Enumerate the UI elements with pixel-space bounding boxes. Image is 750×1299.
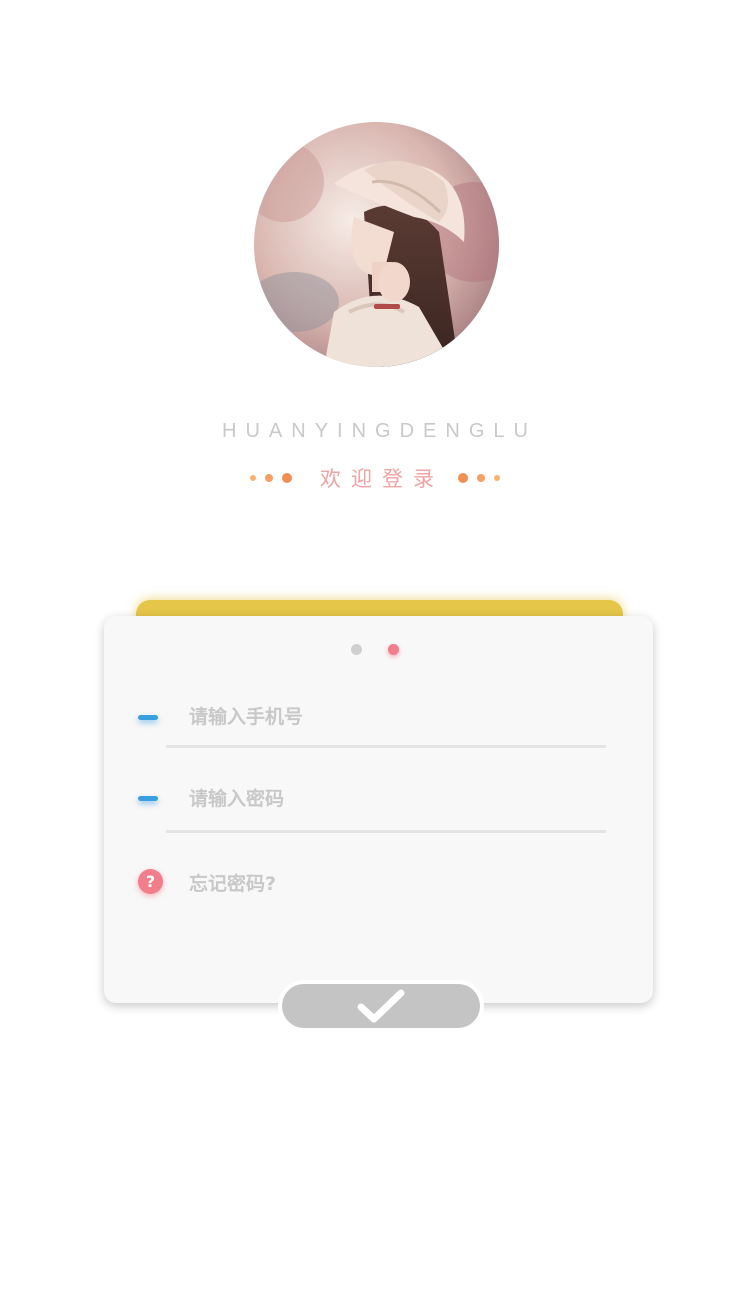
page-dot-2[interactable] [388,644,399,655]
app-subtitle: HUANYINGDENGLU [222,420,537,442]
submit-button-frame [278,980,484,1032]
decor-dot [494,475,500,481]
forgot-password-link[interactable]: 忘记密码? [189,869,276,896]
welcome-row: 欢迎登录 [0,462,750,494]
password-dash-icon [138,796,158,801]
decor-dot [477,474,485,482]
decor-dot [282,473,292,483]
welcome-title: 欢迎登录 [320,467,444,491]
phone-input[interactable] [189,700,599,734]
avatar-photo [254,122,499,367]
decor-dot [458,473,468,483]
password-underline [166,830,606,833]
avatar [254,122,499,367]
decor-dot [250,475,256,481]
checkmark-icon [357,989,405,1023]
phone-dash-icon [138,715,158,720]
password-input[interactable] [189,782,599,816]
decor-dots-right [458,473,500,483]
page-dot-1[interactable] [351,644,362,655]
submit-button[interactable] [282,984,480,1028]
decor-dot [265,474,273,482]
page-indicator [0,644,750,655]
question-icon: ? [138,869,163,894]
phone-underline [166,745,606,748]
decor-dots-left [250,473,292,483]
